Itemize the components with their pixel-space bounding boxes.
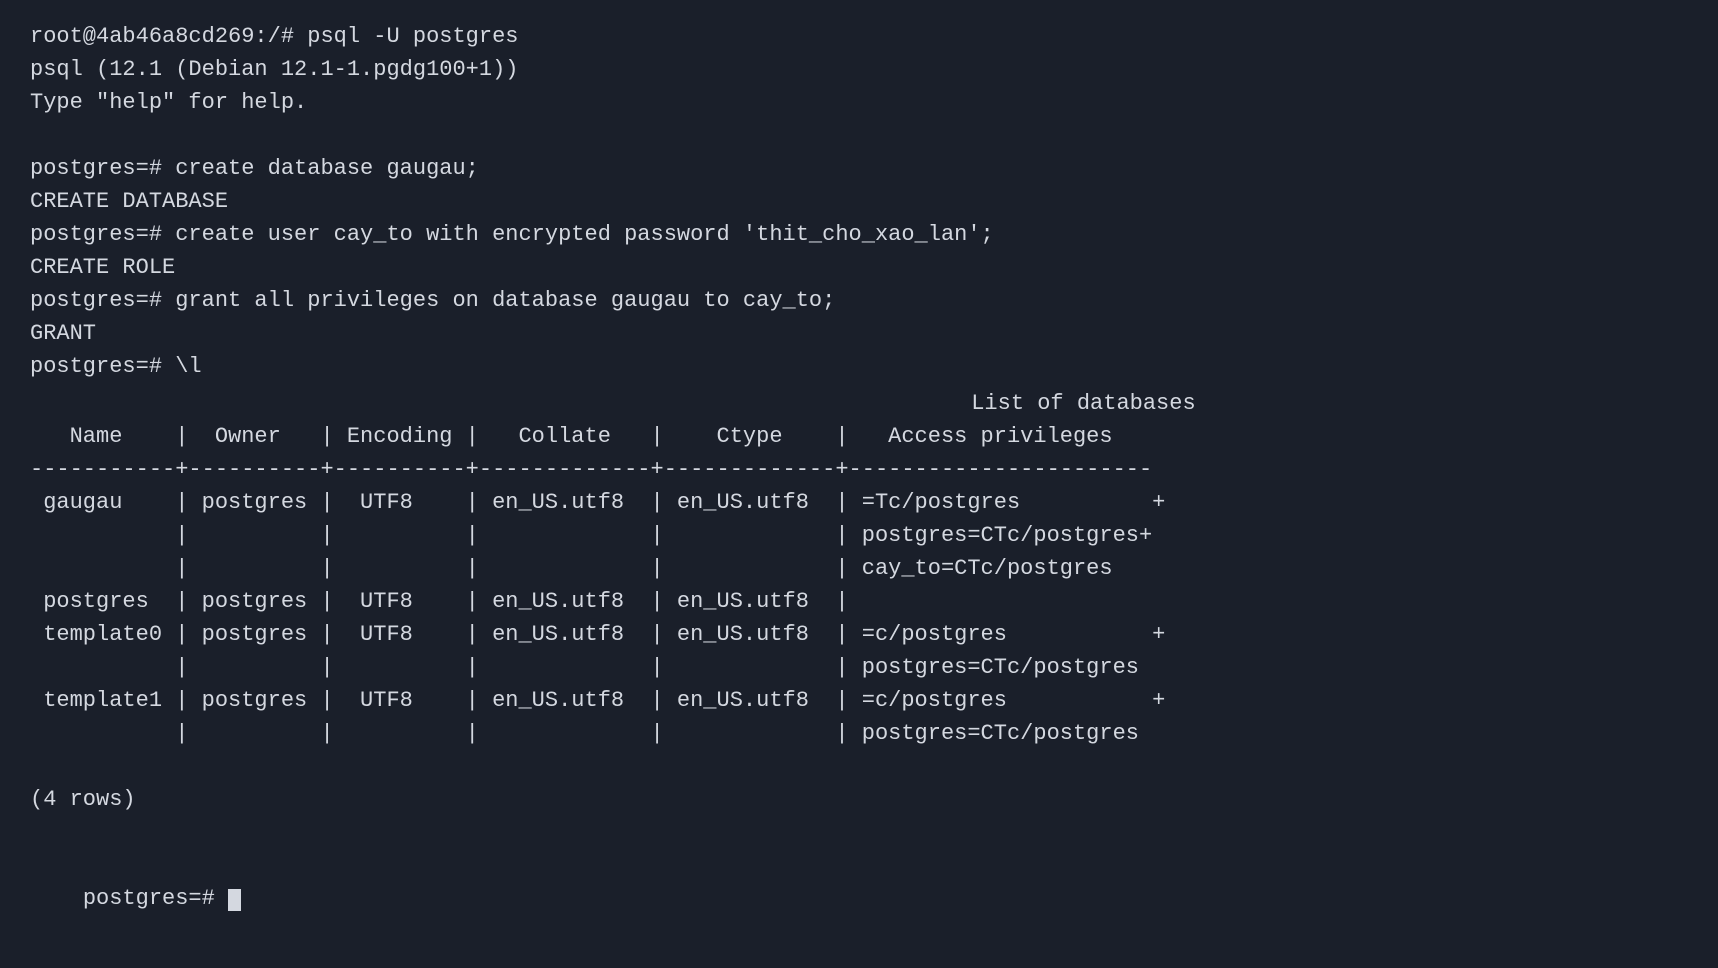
terminal-line-10: GRANT [30, 317, 1688, 350]
terminal-line-9: postgres=# grant all privileges on datab… [30, 284, 1688, 317]
terminal-line-3: Type "help" for help. [30, 86, 1688, 119]
blank-line-3 [30, 816, 1688, 849]
terminal-line-6: CREATE DATABASE [30, 185, 1688, 218]
table-title: List of databases [30, 387, 1688, 420]
table-row-gaugau-2: | | | | | postgres=CTc/postgres+ [30, 519, 1688, 552]
terminal-line-11: postgres=# \l [30, 350, 1688, 383]
terminal-line-1: root@4ab46a8cd269:/# psql -U postgres [30, 20, 1688, 53]
final-prompt-text: postgres=# [83, 886, 228, 911]
table-row-template0-2: | | | | | postgres=CTc/postgres [30, 651, 1688, 684]
table-row-template0-1: template0 | postgres | UTF8 | en_US.utf8… [30, 618, 1688, 651]
terminal: root@4ab46a8cd269:/# psql -U postgres ps… [30, 20, 1688, 948]
table-row-postgres: postgres | postgres | UTF8 | en_US.utf8 … [30, 585, 1688, 618]
terminal-line-5: postgres=# create database gaugau; [30, 152, 1688, 185]
blank-line-1 [30, 119, 1688, 152]
terminal-line-7: postgres=# create user cay_to with encry… [30, 218, 1688, 251]
database-table: List of databases Name | Owner | Encodin… [30, 387, 1688, 750]
final-prompt-line: postgres=# [30, 849, 1688, 948]
terminal-line-2: psql (12.1 (Debian 12.1-1.pgdg100+1)) [30, 53, 1688, 86]
rows-count: (4 rows) [30, 783, 1688, 816]
cursor-blink [228, 889, 241, 911]
table-header: Name | Owner | Encoding | Collate | Ctyp… [30, 420, 1688, 453]
table-row-template1-2: | | | | | postgres=CTc/postgres [30, 717, 1688, 750]
table-separator: -----------+----------+----------+------… [30, 453, 1688, 486]
table-row-gaugau-3: | | | | | cay_to=CTc/postgres [30, 552, 1688, 585]
table-row-gaugau-1: gaugau | postgres | UTF8 | en_US.utf8 | … [30, 486, 1688, 519]
table-row-template1-1: template1 | postgres | UTF8 | en_US.utf8… [30, 684, 1688, 717]
blank-line-2 [30, 750, 1688, 783]
terminal-line-8: CREATE ROLE [30, 251, 1688, 284]
